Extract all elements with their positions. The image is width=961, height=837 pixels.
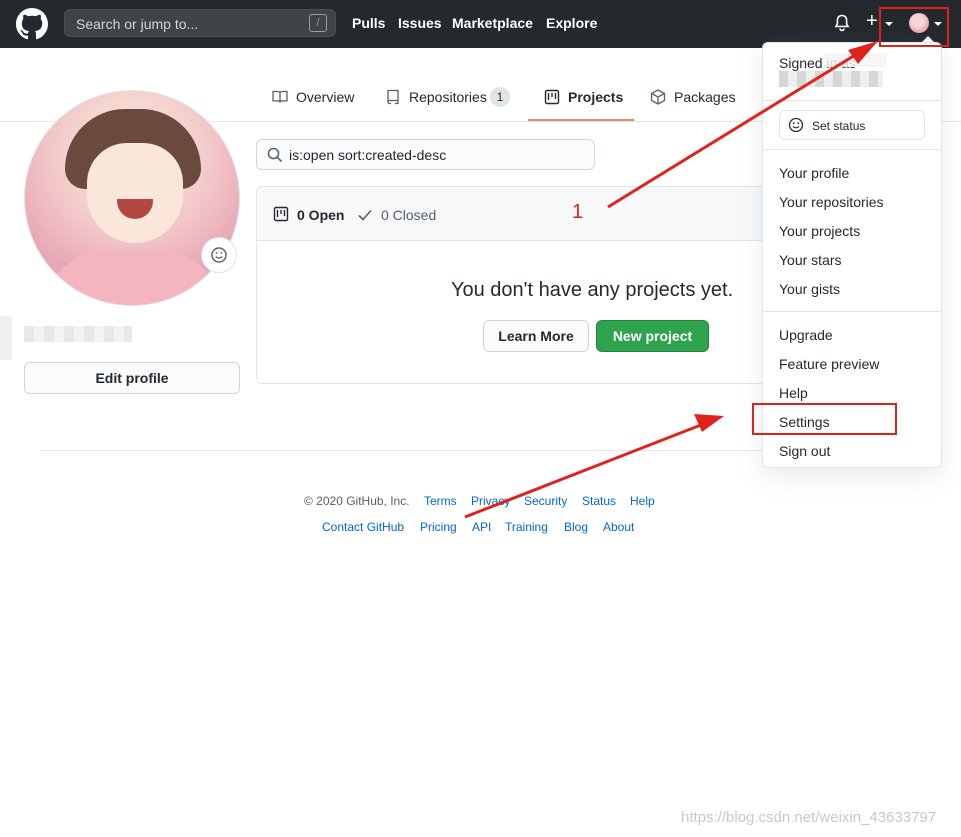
blur-overlay [823, 53, 887, 67]
projects-box-header: 0 Open 0 Closed [257, 187, 785, 241]
learn-more-button[interactable]: Learn More [483, 320, 589, 352]
footer-link-terms[interactable]: Terms [424, 494, 457, 508]
watermark-text: https://blog.csdn.net/weixin_43633797 [681, 809, 937, 826]
blurred-username [24, 326, 132, 342]
search-placeholder: Search or jump to... [76, 16, 199, 32]
blankslate-message: You don't have any projects yet. [451, 279, 734, 301]
footer-link-help[interactable]: Help [630, 494, 655, 508]
smiley-icon [788, 117, 804, 133]
annotation-box-avatar [879, 7, 949, 47]
book-icon [272, 90, 288, 103]
avatar-face [87, 143, 183, 243]
annotation-step-number: 1 [572, 201, 584, 223]
menu-item-your-profile[interactable]: Your profile [779, 165, 849, 181]
check-icon [358, 209, 372, 221]
blurred-name-fragment [0, 316, 12, 360]
footer-copyright: © 2020 GitHub, Inc. [304, 494, 410, 508]
nav-marketplace[interactable]: Marketplace [452, 15, 533, 31]
footer-link-privacy[interactable]: Privacy [471, 494, 510, 508]
new-project-button[interactable]: New project [596, 320, 709, 352]
nav-issues[interactable]: Issues [398, 15, 442, 31]
edit-profile-button[interactable]: Edit profile [24, 362, 240, 394]
menu-divider [763, 149, 941, 150]
footer-divider [40, 450, 762, 451]
annotation-arrowhead [694, 414, 724, 432]
smiley-icon [211, 247, 227, 263]
set-status-emoji-button[interactable] [201, 237, 237, 273]
annotation-box-settings [752, 403, 897, 435]
set-status-button[interactable]: Set status [779, 110, 925, 140]
set-status-label: Set status [812, 119, 866, 133]
menu-item-your-projects[interactable]: Your projects [779, 223, 860, 239]
tab-label: Overview [296, 89, 355, 105]
search-input[interactable]: Search or jump to... / [64, 9, 336, 37]
footer-link-pricing[interactable]: Pricing [420, 520, 457, 534]
projects-filter-input[interactable]: is:open sort:created-desc [256, 139, 595, 170]
menu-item-sign-out[interactable]: Sign out [779, 443, 830, 459]
package-icon [650, 89, 666, 105]
menu-item-upgrade[interactable]: Upgrade [779, 327, 833, 343]
filter-value: is:open sort:created-desc [289, 147, 447, 163]
footer-link-blog[interactable]: Blog [564, 520, 588, 534]
search-icon [267, 147, 283, 163]
closed-filter-link[interactable]: 0 Closed [381, 207, 436, 223]
projects-box: 0 Open 0 Closed You don't have any proje… [256, 186, 786, 384]
plus-icon[interactable]: + [866, 11, 878, 31]
project-icon [544, 89, 560, 105]
open-filter-link[interactable]: 0 Open [297, 207, 344, 223]
github-logo-icon[interactable] [16, 8, 48, 40]
menu-item-your-gists[interactable]: Your gists [779, 281, 840, 297]
tab-label: Projects [568, 89, 624, 105]
menu-item-help[interactable]: Help [779, 385, 808, 401]
repo-count-badge: 1 [490, 87, 510, 107]
avatar-shirt [45, 251, 221, 305]
menu-item-feature-preview[interactable]: Feature preview [779, 356, 879, 372]
footer-link-training[interactable]: Training [505, 520, 548, 534]
footer-link-api[interactable]: API [472, 520, 491, 534]
blurred-username [779, 71, 883, 87]
tab-label: Repositories [409, 89, 487, 105]
footer-link-security[interactable]: Security [524, 494, 567, 508]
menu-item-your-repositories[interactable]: Your repositories [779, 194, 884, 210]
nav-pulls[interactable]: Pulls [352, 15, 385, 31]
nav-explore[interactable]: Explore [546, 15, 597, 31]
profile-avatar [24, 90, 240, 306]
slash-hint-badge: / [309, 14, 327, 32]
footer-link-status[interactable]: Status [582, 494, 616, 508]
menu-divider [763, 100, 941, 101]
project-icon [273, 206, 289, 222]
tab-label: Packages [674, 89, 736, 105]
footer-link-contact[interactable]: Contact GitHub [322, 520, 404, 534]
menu-divider [763, 311, 941, 312]
bell-icon[interactable] [834, 14, 850, 32]
footer-link-about[interactable]: About [603, 520, 634, 534]
repo-icon [387, 89, 399, 105]
top-header: Search or jump to... / Pulls Issues Mark… [0, 0, 961, 48]
active-tab-underline [528, 119, 634, 121]
menu-item-your-stars[interactable]: Your stars [779, 252, 842, 268]
